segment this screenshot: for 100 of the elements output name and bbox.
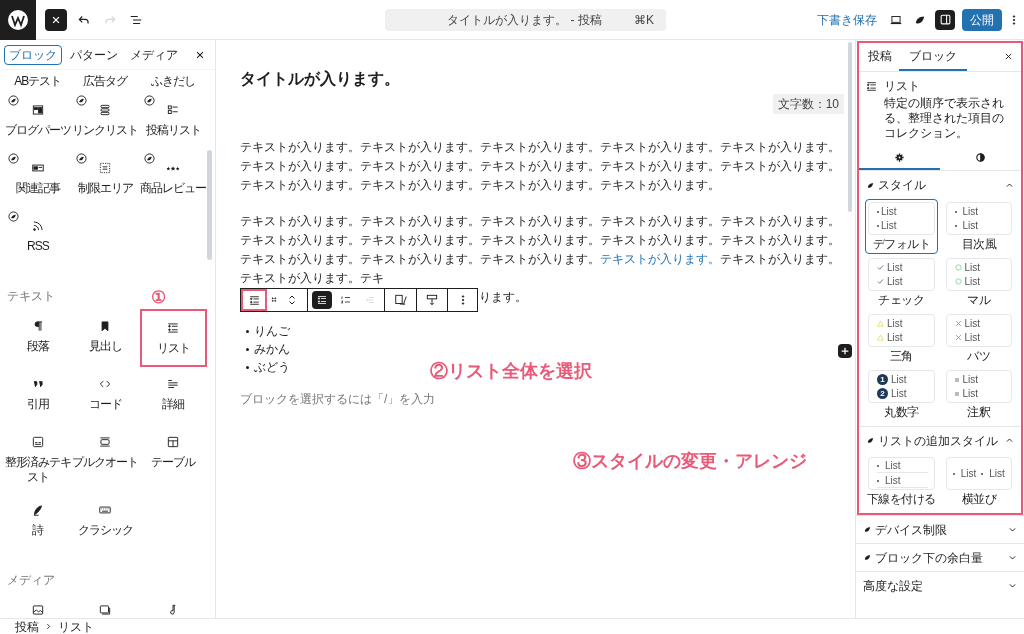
cross-icon	[954, 334, 962, 341]
style-option[interactable]: List List 三角	[865, 311, 938, 366]
paragraph: テキストが入ります。テキストが入ります。テキストが入ります。テキストが入ります。テキストが入ります。テキストが入ります。テキストが入ります。テキストが入ります。テキストが入ります。テキストが入ります。テキストが入ります。テキストが入ります。テキストが入ります。テキストが入ります。テキストが入ります。テキストが入ります。テキ	[240, 213, 841, 287]
command-bar[interactable]: タイトルが入ります。 - 投稿 ⌘K	[385, 8, 666, 31]
scrollbar-thumb[interactable]	[207, 150, 212, 260]
block-item[interactable]: 詳細	[139, 367, 207, 425]
block-item[interactable]: 詩	[4, 493, 72, 551]
preview-text: List	[964, 317, 981, 330]
breadcrumb-item[interactable]: リスト	[58, 619, 94, 634]
contrast-icon	[975, 151, 986, 163]
style-option[interactable]: 1 List 2 List 丸数字	[865, 367, 938, 422]
style-option[interactable]: List List 注釈	[942, 367, 1015, 422]
bullet-icon	[246, 329, 249, 333]
preview-text: List	[962, 387, 979, 400]
block-item[interactable]: 制限エリア	[72, 151, 139, 209]
sidebar-icon	[938, 13, 952, 26]
list-type-button[interactable]	[312, 291, 332, 309]
style-option[interactable]: List List マル	[942, 255, 1015, 310]
callout-text: ③スタイルの変更・アレンジ	[573, 450, 807, 473]
list-item: ぶどう	[254, 359, 290, 376]
block-item[interactable]: ABテスト	[4, 70, 72, 93]
block-title: リスト	[884, 79, 921, 94]
image-icon	[30, 603, 45, 617]
panel-header[interactable]: スタイル	[859, 171, 1021, 199]
panel-header[interactable]: リストの追加スタイル	[859, 426, 1021, 454]
link[interactable]: テキストが入ります。	[600, 252, 720, 266]
close-button[interactable]	[45, 8, 67, 31]
add-block-button[interactable]	[838, 344, 852, 358]
close-icon	[195, 49, 205, 60]
preview-text: List	[989, 467, 1005, 480]
block-item[interactable]: 見出し	[72, 309, 139, 367]
style-option[interactable]: List List 下線を付ける	[865, 454, 938, 509]
block-placeholder[interactable]: ブロックを選択するには「/」を入力	[240, 390, 436, 408]
breadcrumb-item[interactable]: 投稿	[15, 619, 39, 634]
preview-text: List	[881, 205, 897, 218]
block-item[interactable]: クラシック	[72, 493, 139, 551]
style-option[interactable]: List List バツ	[942, 311, 1015, 366]
style-option[interactable]: List List チェック	[865, 255, 938, 310]
numbered-list-icon	[340, 294, 352, 306]
list-icon	[247, 293, 261, 307]
preview-text: List	[962, 205, 979, 218]
preview-text: List	[964, 331, 981, 344]
list-item: りんご	[254, 323, 290, 340]
block-type-button[interactable]	[241, 289, 267, 311]
category-heading: メディア	[6, 572, 55, 589]
chevron-down-icon	[1008, 581, 1017, 590]
character-count: 文字数：10	[772, 94, 844, 114]
sidebar-tab[interactable]: ブロック	[899, 43, 967, 71]
block-item[interactable]: 投稿リスト	[139, 93, 207, 151]
logo-tile[interactable]	[0, 0, 36, 40]
block-item[interactable]: RSS	[4, 209, 72, 267]
dashed-box-icon	[98, 161, 113, 175]
block-item[interactable]: 広告タグ	[72, 70, 139, 93]
bullet-list-icon	[316, 294, 328, 306]
stacked-bars-icon	[98, 103, 113, 117]
block-item[interactable]: 関連記事	[4, 151, 72, 209]
block-item[interactable]: ブログパーツ	[4, 93, 72, 151]
preview-text: List	[887, 331, 903, 344]
square-icon	[954, 391, 959, 396]
layout-icon	[30, 103, 45, 117]
settings-button[interactable]	[935, 9, 955, 30]
save-draft-link[interactable]: 下書き保存	[817, 10, 877, 29]
sidebar-tab[interactable]: 投稿	[865, 43, 895, 71]
block-item[interactable]: コード	[72, 367, 139, 425]
publish-button[interactable]: 公開	[962, 8, 1002, 31]
cross-icon	[954, 320, 962, 327]
close-button[interactable]	[195, 49, 205, 60]
inserter-tab[interactable]: ブロック	[4, 44, 62, 65]
panel-header[interactable]: デバイス制限	[856, 515, 1024, 543]
bullet-icon	[246, 365, 249, 369]
style-option[interactable]: List List 横並び	[942, 454, 1015, 509]
chevron-right-icon	[45, 623, 52, 630]
preview-text: List	[881, 219, 897, 232]
panel-header[interactable]: ブロック下の余白量	[856, 543, 1024, 571]
shortcut-text: ⌘K	[634, 11, 655, 29]
block-item[interactable]: 引用	[4, 367, 72, 425]
block-item[interactable]: リスト	[139, 309, 207, 367]
inserter-tab[interactable]: メディア	[126, 44, 182, 65]
preview-text: List	[887, 275, 903, 288]
inserter-tab[interactable]: パターン	[66, 44, 122, 65]
scrollbar-thumb[interactable]	[848, 42, 852, 212]
bullet-icon	[246, 347, 249, 351]
preview-text: List	[960, 467, 977, 480]
preview-text: List	[891, 373, 907, 386]
table-icon	[166, 435, 181, 449]
block-item[interactable]: 商品レビュー	[139, 151, 207, 209]
callout-text: ②リスト全体を選択	[430, 360, 592, 383]
block-item[interactable]: 段落	[4, 309, 72, 367]
style-option[interactable]: List List デフォルト	[865, 199, 938, 254]
block-item[interactable]: リンクリスト	[72, 93, 139, 151]
style-option[interactable]: List List 目次風	[942, 199, 1015, 254]
paragraph-tail: ります。	[479, 289, 527, 306]
close-button[interactable]	[1004, 52, 1013, 61]
block-item[interactable]: テーブル	[139, 425, 207, 493]
card-icon	[30, 161, 45, 175]
panel-header[interactable]: 高度な設定	[856, 571, 1024, 599]
block-item[interactable]: ふきだし	[139, 70, 207, 93]
block-item[interactable]: 整形済みテキスト	[4, 425, 72, 493]
post-title: タイトルが入ります。	[240, 69, 401, 89]
block-item[interactable]: プルクオート	[72, 425, 139, 493]
